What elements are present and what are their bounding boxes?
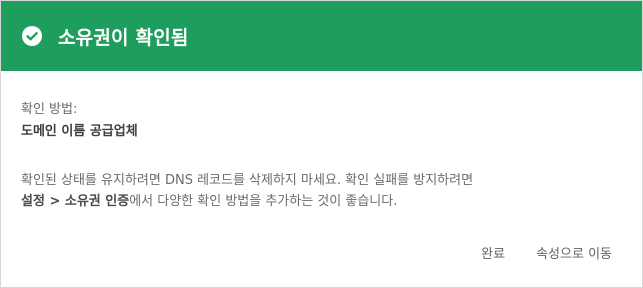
- done-button[interactable]: 완료: [481, 243, 505, 262]
- ownership-verified-dialog: 소유권이 확인됨 확인 방법: 도메인 이름 공급업체 확인된 상태를 유지하려…: [0, 0, 643, 288]
- dns-note-line1: 확인된 상태를 유지하려면 DNS 레코드를 삭제하지 마세요. 확인 실패를 …: [21, 173, 474, 188]
- dns-note-line2: 설정 > 소유권 인증에서 다양한 확인 방법을 추가하는 것이 좋습니다.: [21, 191, 622, 212]
- go-to-property-button[interactable]: 속성으로 이동: [536, 243, 612, 262]
- dialog-actions: 완료 속성으로 이동: [481, 243, 612, 262]
- dialog-header: 소유권이 확인됨: [1, 1, 642, 71]
- dialog-body: 확인 방법: 도메인 이름 공급업체 확인된 상태를 유지하려면 DNS 레코드…: [1, 71, 642, 212]
- verification-method-label: 확인 방법:: [21, 102, 78, 117]
- dns-note: 확인된 상태를 유지하려면 DNS 레코드를 삭제하지 마세요. 확인 실패를 …: [21, 170, 622, 212]
- settings-path-text: 설정 > 소유권 인증: [21, 194, 130, 209]
- dns-note-line2-rest: 에서 다양한 확인 방법을 추가하는 것이 좋습니다.: [129, 194, 398, 209]
- check-circle-icon: [22, 26, 42, 46]
- dialog-title: 소유권이 확인됨: [58, 26, 189, 49]
- verification-method-value: 도메인 이름 공급업체: [21, 124, 138, 139]
